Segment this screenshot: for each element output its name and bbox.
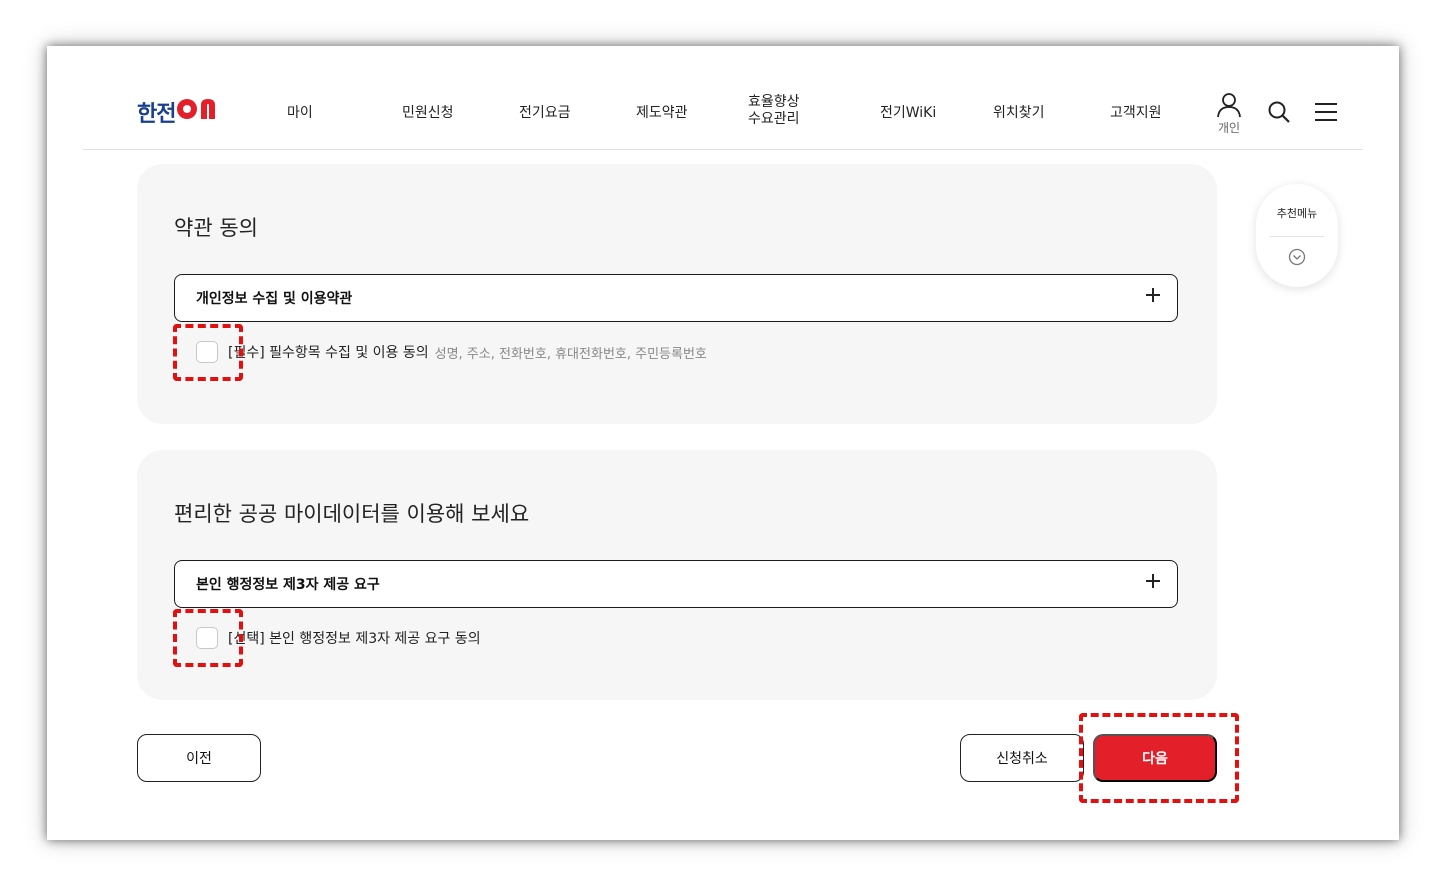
required-consent-row[interactable]: [필수] 필수항목 수집 및 이용 동의 성명, 주소, 전화번호, 휴대전화번…: [196, 341, 707, 363]
plus-icon[interactable]: [1145, 572, 1161, 594]
site-header: 한전 마이 민원신청 전기요금 제도약관 효율향상 수요관리 전기WiKi 위치…: [47, 46, 1399, 150]
prev-button[interactable]: 이전: [137, 734, 261, 782]
section-title: 약관 동의: [174, 216, 258, 240]
highlight-required-checkbox: [173, 324, 243, 381]
menu-button[interactable]: [1314, 102, 1338, 126]
nav-location[interactable]: 위치찾기: [993, 102, 1045, 122]
nav-policy-terms[interactable]: 제도약관: [636, 102, 688, 122]
privacy-terms-accordion[interactable]: 개인정보 수집 및 이용약관: [174, 274, 1178, 322]
logo-on-icon: [177, 99, 216, 119]
nav-my[interactable]: 마이: [287, 102, 313, 122]
nav-efficiency[interactable]: 효율향상 수요관리: [748, 94, 800, 128]
hamburger-icon: [1315, 103, 1337, 121]
personal-user-button[interactable]: 개인: [1215, 92, 1243, 136]
search-button[interactable]: [1267, 100, 1291, 128]
nav-customer-support[interactable]: 고객지원: [1110, 102, 1162, 122]
nav-electric-wiki[interactable]: 전기WiKi: [880, 102, 936, 122]
user-icon: [1217, 93, 1241, 118]
accordion-label: 개인정보 수집 및 이용약관: [196, 291, 353, 307]
nav-efficiency-line1: 효율향상: [748, 94, 800, 110]
highlight-next-button: [1079, 713, 1239, 803]
search-icon: [1268, 101, 1290, 123]
divider: [1270, 236, 1324, 237]
required-consent-label: [필수] 필수항목 수집 및 이용 동의: [228, 345, 429, 361]
third-party-request-accordion[interactable]: 본인 행정정보 제3자 제공 요구: [174, 560, 1178, 608]
chevron-down-icon[interactable]: [1288, 248, 1306, 270]
user-label: 개인: [1217, 121, 1241, 135]
section-title: 편리한 공공 마이데이터를 이용해 보세요: [174, 502, 530, 526]
browser-window: 한전 마이 민원신청 전기요금 제도약관 효율향상 수요관리 전기WiKi 위치…: [47, 46, 1399, 840]
nav-efficiency-line2: 수요관리: [748, 111, 800, 127]
mydata-section: 편리한 공공 마이데이터를 이용해 보세요 본인 행정정보 제3자 제공 요구 …: [137, 450, 1217, 700]
header-divider: [83, 149, 1363, 150]
recommend-menu[interactable]: 추천메뉴: [1256, 184, 1338, 287]
required-items-list: 성명, 주소, 전화번호, 휴대전화번호, 주민등록번호: [434, 346, 707, 362]
cancel-application-button[interactable]: 신청취소: [960, 734, 1084, 782]
nav-electric-bill[interactable]: 전기요금: [519, 102, 571, 122]
highlight-optional-checkbox: [173, 609, 243, 667]
logo-on: [176, 97, 222, 127]
logo[interactable]: 한전: [137, 96, 222, 128]
optional-consent-label: [선택] 본인 행정정보 제3자 제공 요구 동의: [228, 631, 481, 647]
plus-icon[interactable]: [1145, 286, 1161, 308]
accordion-label: 본인 행정정보 제3자 제공 요구: [196, 577, 380, 593]
logo-text: 한전: [137, 102, 176, 127]
nav-civil-request[interactable]: 민원신청: [402, 102, 454, 122]
terms-agreement-section: 약관 동의 개인정보 수집 및 이용약관 [필수] 필수항목 수집 및 이용 동…: [137, 164, 1217, 424]
recommend-label: 추천메뉴: [1276, 207, 1318, 220]
